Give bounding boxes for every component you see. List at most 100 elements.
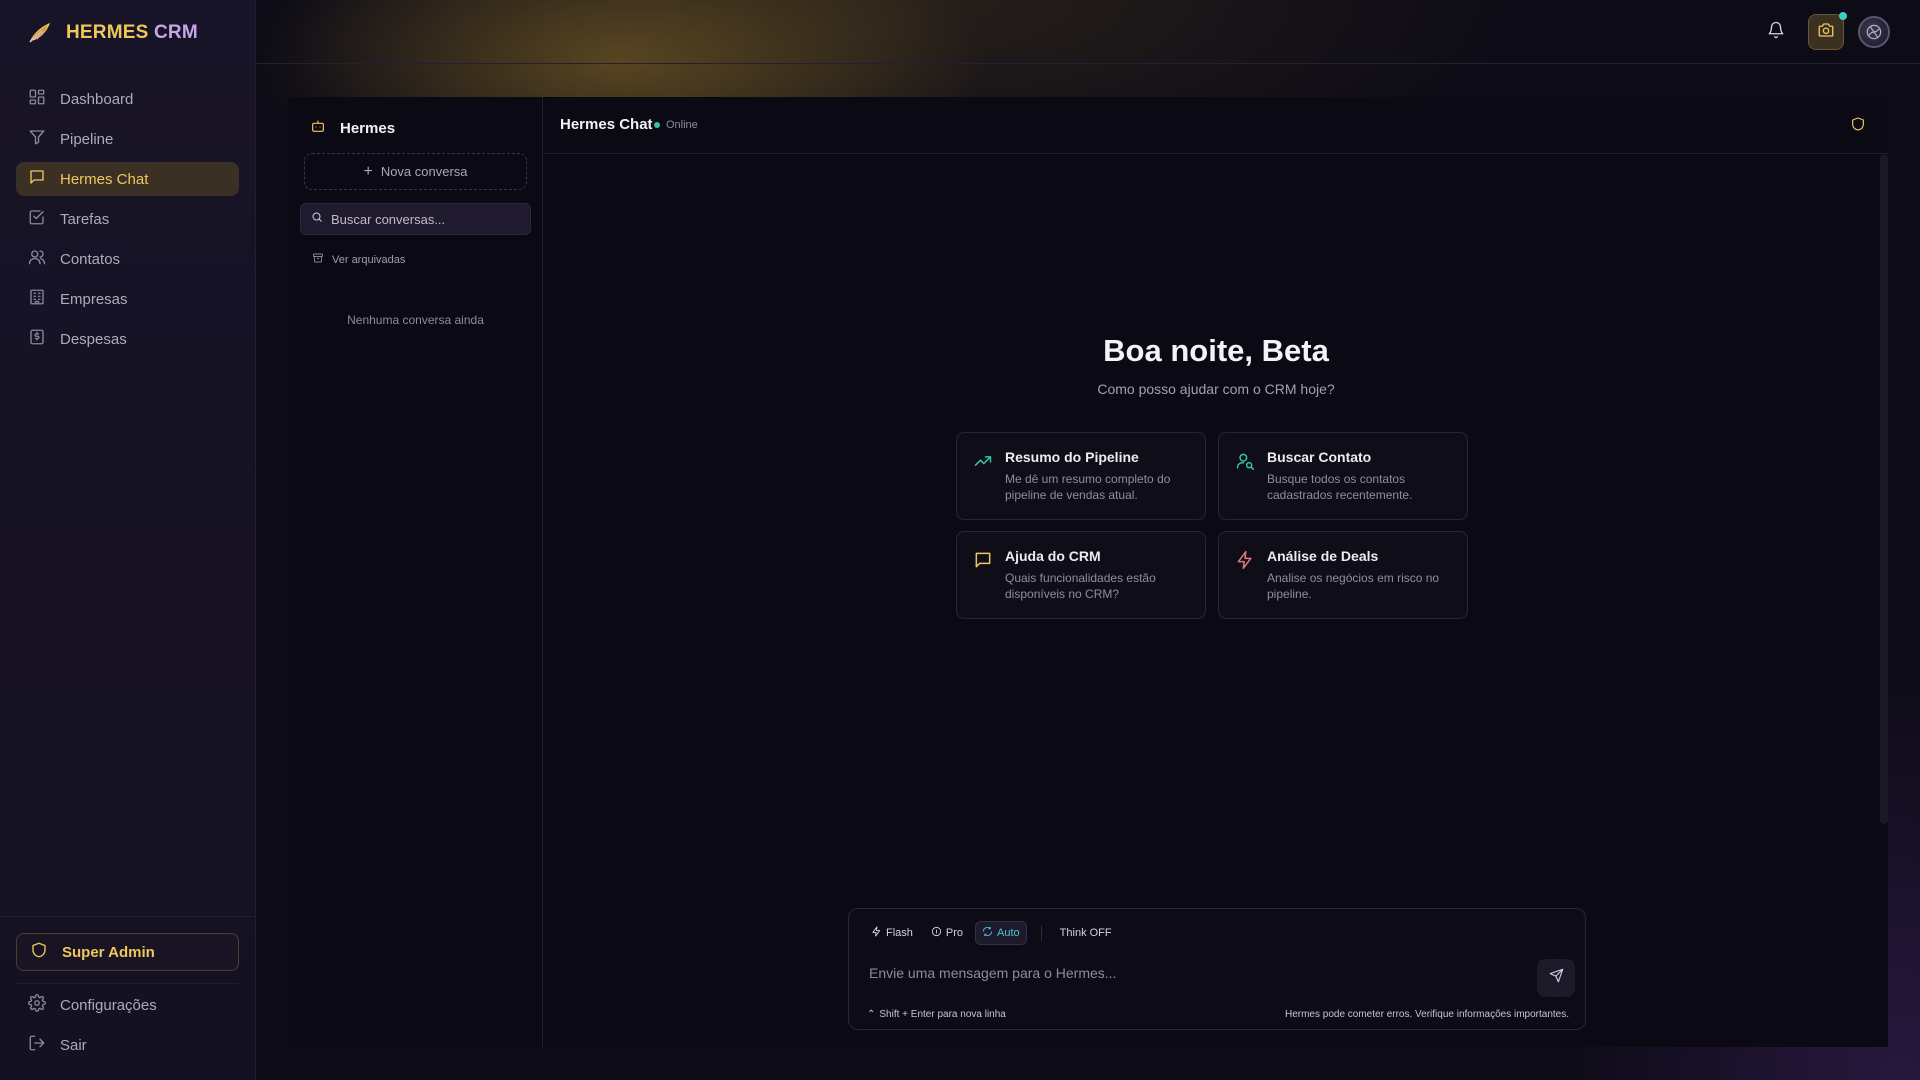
chat-icon (28, 168, 46, 190)
notifications-button[interactable] (1758, 14, 1794, 50)
sidebar-item-hermes-chat[interactable]: Hermes Chat (16, 162, 239, 196)
greeting-subtitle: Como posso ajudar com o CRM hoje? (1097, 381, 1335, 397)
suggestion-title: Ajuda do CRM (1005, 548, 1101, 564)
mode-label: Auto (997, 927, 1020, 939)
topbar-divider (256, 63, 1920, 64)
search-icon (311, 210, 323, 228)
brand[interactable]: HERMES CRM (26, 20, 198, 46)
chat-title: Hermes Chat (560, 116, 653, 133)
chat-area: Hermes Chat Online Boa noite, Beta Como … (544, 97, 1888, 1047)
task-icon (28, 208, 46, 230)
sidebar-item-empresas[interactable]: Empresas (16, 282, 239, 316)
status-label: Online (666, 119, 698, 131)
feather-logo-icon (26, 20, 52, 46)
archived-label: Ver arquivadas (332, 253, 406, 266)
chat-header: Hermes Chat Online (544, 97, 1888, 154)
main-nav: Dashboard Pipeline Hermes Chat Tarefas C… (16, 82, 239, 362)
message-icon (973, 550, 993, 570)
sidebar-item-dashboard[interactable]: Dashboard (16, 82, 239, 116)
suggestion-card-deals[interactable]: Análise de Deals Analise os negócios em … (1218, 531, 1468, 619)
info-icon (931, 926, 942, 940)
send-button[interactable] (1537, 959, 1575, 997)
sidebar-item-label: Tarefas (60, 210, 110, 228)
shield-icon (30, 941, 48, 963)
conversation-sidebar: Hermes + Nova conversa Ver arquivadas Ne… (288, 97, 543, 1047)
keyboard-hint: ⌃ Shift + Enter para nova linha (867, 1009, 1006, 1020)
sidebar-item-tarefas[interactable]: Tarefas (16, 202, 239, 236)
mode-pro-button[interactable]: Pro (925, 921, 969, 945)
user-search-icon (1235, 451, 1255, 471)
sidebar-item-despesas[interactable]: Despesas (16, 322, 239, 356)
suggestion-card-ajuda[interactable]: Ajuda do CRM Quais funcionalidades estão… (956, 531, 1206, 619)
bottom-nav: Configurações Sair (16, 988, 239, 1068)
mode-label: Flash (886, 927, 913, 939)
mode-flash-button[interactable]: Flash (865, 921, 919, 945)
sidebar-item-label: Pipeline (60, 130, 114, 148)
users-icon (28, 248, 46, 270)
sidebar-divider (0, 916, 256, 917)
plus-icon: + (363, 162, 373, 180)
suggestion-desc: Quais funcionalidades estão disponíveis … (1005, 571, 1156, 601)
sidebar-item-label: Configurações (60, 996, 157, 1014)
super-admin-badge[interactable]: Super Admin (16, 933, 239, 971)
suggestion-card-pipeline[interactable]: Resumo do Pipeline Me dê um resumo compl… (956, 432, 1206, 520)
search-input[interactable] (331, 211, 521, 227)
empty-conversations-text: Nenhuma conversa ainda (347, 313, 484, 327)
sidebar-item-label: Sair (60, 1036, 87, 1054)
sidebar-item-configuracoes[interactable]: Configurações (16, 988, 239, 1022)
notification-dot (1839, 12, 1847, 20)
zap-icon (1235, 550, 1255, 570)
refresh-icon (982, 926, 993, 940)
sidebar-item-pipeline[interactable]: Pipeline (16, 122, 239, 156)
status-badge: Online (654, 119, 698, 131)
scrollbar[interactable] (1880, 154, 1888, 824)
new-conversation-label: Nova conversa (380, 164, 468, 179)
message-input[interactable] (869, 965, 1509, 981)
hint-text: Shift + Enter para nova linha (879, 1009, 1006, 1020)
sidebar-item-contatos[interactable]: Contatos (16, 242, 239, 276)
message-composer: Flash Pro Auto Think OFF ⌃ Shift + E (848, 908, 1586, 1030)
suggestion-desc: Analise os negócios em risco no pipeline… (1267, 571, 1440, 601)
bot-icon (310, 118, 326, 138)
chevron-up-icon: ⌃ (867, 1009, 876, 1020)
online-dot (654, 122, 660, 128)
suggestion-desc: Me dê um resumo completo do pipeline de … (1005, 472, 1171, 502)
suggestion-title: Buscar Contato (1267, 449, 1372, 465)
logout-icon (28, 1034, 46, 1056)
sidebar-item-sair[interactable]: Sair (16, 1028, 239, 1062)
suggestion-title: Análise de Deals (1267, 548, 1379, 564)
conversation-search (300, 203, 531, 235)
conversation-title: Hermes (340, 119, 396, 137)
new-conversation-button[interactable]: + Nova conversa (304, 153, 527, 190)
sidebar-item-label: Contatos (60, 250, 121, 268)
sidebar: HERMES CRM Dashboard Pipeline Hermes Cha… (0, 0, 256, 1080)
main-panel: Hermes + Nova conversa Ver arquivadas Ne… (288, 97, 1888, 1047)
disclaimer: Hermes pode cometer erros. Verifique inf… (1284, 1009, 1569, 1020)
topbar-actions (1758, 12, 1890, 50)
send-icon (1549, 968, 1564, 988)
sidebar-item-label: Empresas (60, 290, 128, 308)
trending-up-icon (973, 451, 993, 471)
building-icon (28, 288, 46, 310)
gear-icon (28, 994, 46, 1016)
sidebar-item-label: Hermes Chat (60, 170, 149, 188)
divider (1040, 925, 1042, 941)
sidebar-item-label: Despesas (60, 330, 127, 348)
model-selector: Flash Pro Auto Think OFF (865, 921, 1116, 945)
brand-title: HERMES CRM (66, 22, 198, 43)
camera-button[interactable] (1808, 12, 1847, 50)
view-archived-link[interactable]: Ver arquivadas (312, 252, 405, 267)
role-label: Super Admin (62, 943, 155, 961)
sidebar-divider (16, 983, 239, 984)
archive-icon (312, 252, 324, 267)
mode-label: Pro (945, 927, 964, 939)
avatar[interactable] (1858, 16, 1890, 48)
shield-icon[interactable] (1850, 116, 1866, 132)
mode-auto-button[interactable]: Auto (975, 921, 1027, 945)
suggestion-desc: Busque todos os contatos cadastrados rec… (1267, 472, 1413, 502)
suggestion-card-contato[interactable]: Buscar Contato Busque todos os contatos … (1218, 432, 1468, 520)
greeting: Boa noite, Beta (1103, 333, 1329, 368)
think-toggle[interactable]: Think OFF (1056, 927, 1116, 939)
camera-icon (1817, 21, 1835, 44)
conversation-header: Hermes (310, 118, 395, 138)
